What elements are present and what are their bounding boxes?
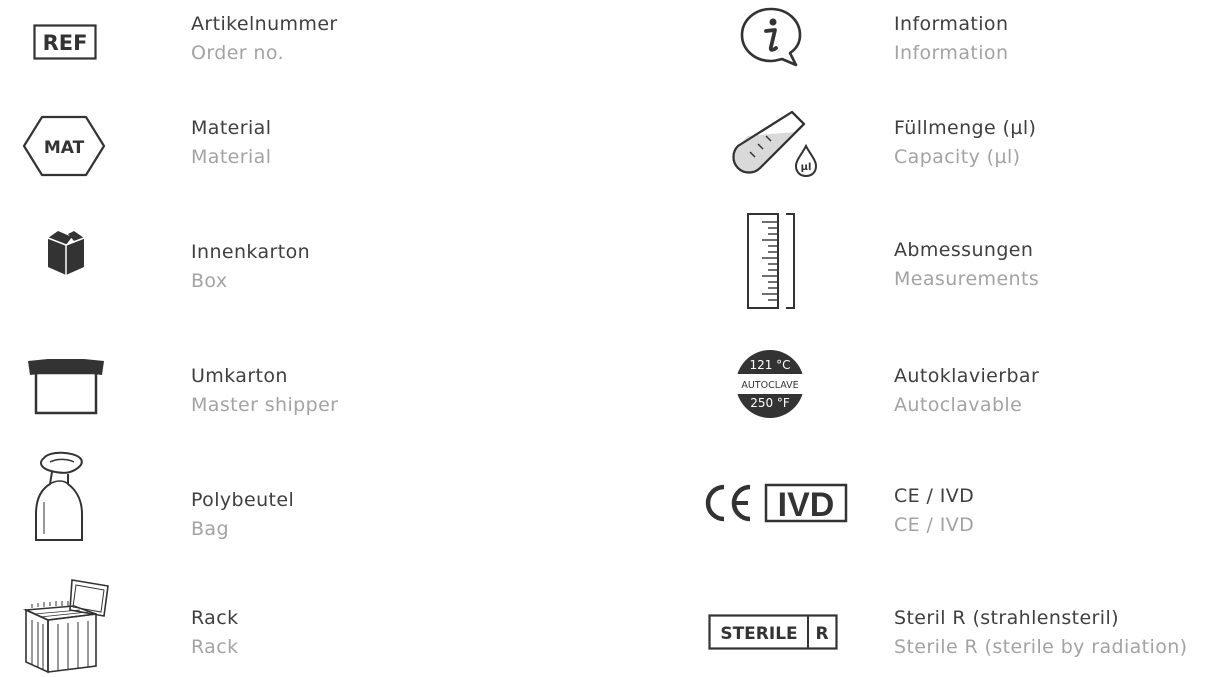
label-de: Information (894, 13, 1009, 35)
test-tube-icon: µl (724, 106, 820, 182)
label-en: Autoclavable (894, 394, 1023, 416)
legend-entry-bag: Polybeutel Bag (0, 450, 600, 541)
autoclave-top-text: 121 °C (749, 358, 790, 372)
label-en: Rack (191, 636, 239, 658)
material-hexagon-icon: MAT (22, 114, 106, 178)
legend-label: Innenkarton Box (191, 240, 310, 293)
label-de: Abmessungen (894, 239, 1034, 261)
open-carton-icon (26, 354, 106, 416)
label-en: Measurements (894, 268, 1040, 290)
label-de: Artikelnummer (191, 13, 338, 35)
ivd-mark-text: IVD (778, 486, 835, 524)
ce-ivd-icon: CE IVD (700, 478, 850, 528)
label-de: Steril R (strahlensteril) (894, 607, 1119, 629)
polybag-icon (30, 450, 88, 546)
legend-label: Information Information (894, 12, 1008, 65)
sterile-r-icon: STERILE R (706, 612, 840, 652)
legend-entry-rack: Rack Rack (0, 576, 600, 674)
legend-label: CE / IVD CE / IVD (894, 484, 974, 537)
label-en: Capacity (µl) (894, 146, 1021, 168)
label-en: Master shipper (191, 394, 339, 416)
legend-entry-capacity: µl Füllmenge (µl) Capacity (µl) (700, 106, 1224, 186)
legend-label: Umkarton Master shipper (191, 364, 338, 417)
autoclave-bottom-text: 250 °F (750, 396, 790, 410)
label-en: Sterile R (sterile by radiation) (894, 636, 1188, 658)
ref-icon-text: REF (43, 31, 88, 55)
legend-label: Polybeutel Bag (191, 488, 294, 541)
legend-label: Steril R (strahlensteril) Sterile R (ste… (894, 606, 1187, 659)
legend-entry-sterile-r: STERILE R Steril R (strahlensteril) Ster… (700, 576, 1224, 659)
inner-box-icon (44, 228, 88, 278)
autoclave-middle-text: AUTOCLAVE (741, 380, 798, 391)
label-en: Bag (191, 518, 229, 540)
label-en: Box (191, 270, 228, 292)
label-de: Rack (191, 607, 239, 629)
legend-entry-autoclavable: 121 °C AUTOCLAVE 250 °F Autoklavierbar A… (700, 340, 1224, 420)
mat-icon-text: MAT (44, 138, 85, 158)
label-en: Material (191, 146, 272, 168)
ruler-icon (740, 206, 800, 316)
legend-entry-measurements: Abmessungen Measurements (700, 206, 1224, 309)
legend-label: Füllmenge (µl) Capacity (µl) (894, 116, 1036, 169)
label-de: Innenkarton (191, 241, 311, 263)
label-de: CE / IVD (894, 485, 975, 507)
legend-label: Material Material (191, 116, 271, 169)
legend-label: Artikelnummer Order no. (191, 12, 338, 65)
label-en: Order no. (191, 42, 285, 64)
legend-label: Rack Rack (191, 606, 238, 659)
ce-mark-text: CE (702, 480, 704, 482)
label-en: CE / IVD (894, 514, 975, 536)
legend-entry-material: MAT Material Material (0, 106, 600, 186)
legend-entry-box: Innenkarton Box (0, 216, 600, 296)
sterile-r-text: R (815, 624, 828, 644)
sterile-text: STERILE (720, 624, 797, 644)
legend-entry-ce-ivd: CE IVD CE / IVD CE / IVD (700, 460, 1224, 540)
info-bubble-icon (736, 4, 806, 70)
label-de: Polybeutel (191, 489, 295, 511)
legend-label: Autoklavierbar Autoclavable (894, 364, 1039, 417)
label-de: Füllmenge (µl) (894, 117, 1037, 139)
label-de: Umkarton (191, 365, 288, 387)
legend-entry-information: Information Information (700, 0, 1224, 80)
symbol-legend: REF Artikelnummer Order no. MAT Material… (0, 0, 1224, 677)
legend-entry-master-shipper: Umkarton Master shipper (0, 340, 600, 420)
legend-entry-order-no: REF Artikelnummer Order no. (0, 0, 600, 80)
ref-icon: REF (30, 20, 100, 64)
rack-icon (20, 576, 114, 676)
ul-icon-text: µl (801, 162, 812, 173)
autoclave-icon: 121 °C AUTOCLAVE 250 °F (732, 346, 808, 422)
label-de: Autoklavierbar (894, 365, 1040, 387)
label-de: Material (191, 117, 272, 139)
label-en: Information (894, 42, 1009, 64)
legend-label: Abmessungen Measurements (894, 238, 1039, 291)
